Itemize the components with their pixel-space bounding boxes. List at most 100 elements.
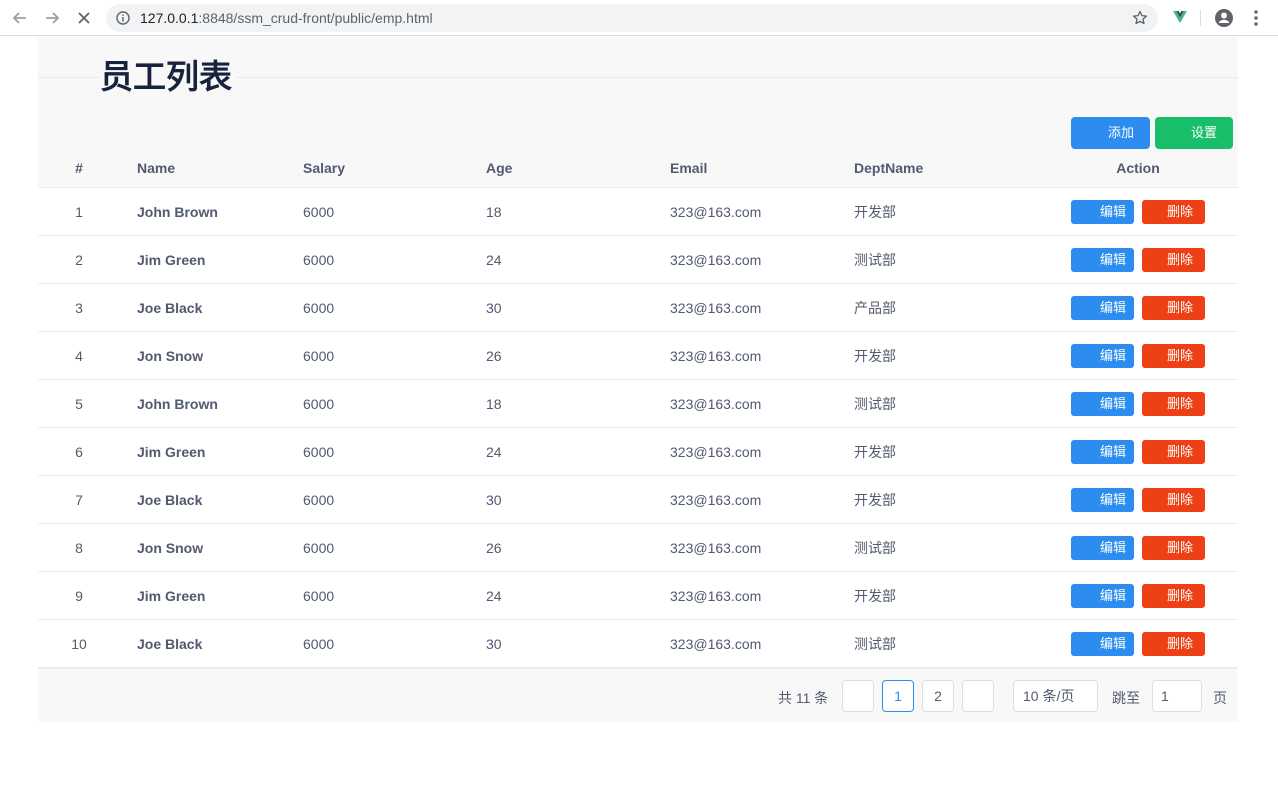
cell-name: Jon Snow <box>120 523 303 572</box>
page-title: 员工列表 <box>100 57 236 97</box>
table-row: 9 Jim Green 6000 24 323@163.com 开发部 编辑 删除 <box>38 571 1238 620</box>
cell-email: 323@163.com <box>670 475 854 524</box>
cell-name: Joe Black <box>120 475 303 524</box>
cell-name: Jim Green <box>120 427 303 476</box>
url-text: 127.0.0.1:8848/ssm_crud-front/public/emp… <box>140 10 433 26</box>
jump-page-input[interactable] <box>1152 680 1202 712</box>
cell-action: 编辑 删除 <box>1038 427 1238 476</box>
edit-button[interactable]: 编辑 <box>1071 535 1134 560</box>
cell-age: 30 <box>486 283 670 332</box>
pagination-bar: 共 11 条 1 2 10 条/页 跳至 页 <box>38 668 1238 722</box>
column-header-salary: Salary <box>303 149 486 188</box>
cell-index: 2 <box>38 235 120 284</box>
cell-index: 7 <box>38 475 120 524</box>
more-menu-icon[interactable] <box>1246 8 1266 28</box>
cell-age: 18 <box>486 187 670 236</box>
toolbar-divider <box>1200 10 1201 26</box>
table-row: 6 Jim Green 6000 24 323@163.com 开发部 编辑 删除 <box>38 427 1238 476</box>
profile-avatar-icon[interactable] <box>1214 8 1234 28</box>
table-row: 3 Joe Black 6000 30 323@163.com 产品部 编辑 删除 <box>38 283 1238 332</box>
cell-salary: 6000 <box>303 235 486 284</box>
next-page-button[interactable] <box>962 680 994 712</box>
cell-age: 30 <box>486 619 670 668</box>
cell-age: 24 <box>486 571 670 620</box>
cell-salary: 6000 <box>303 619 486 668</box>
edit-button[interactable]: 编辑 <box>1071 439 1134 464</box>
prev-page-button[interactable] <box>842 680 874 712</box>
delete-button[interactable]: 删除 <box>1142 343 1205 368</box>
delete-button[interactable]: 删除 <box>1142 247 1205 272</box>
cell-dept: 开发部 <box>854 475 1038 524</box>
cell-name: Jon Snow <box>120 331 303 380</box>
stop-loading-icon[interactable] <box>72 6 96 30</box>
cell-email: 323@163.com <box>670 187 854 236</box>
page-button-1[interactable]: 1 <box>882 680 914 712</box>
delete-button[interactable]: 删除 <box>1142 583 1205 608</box>
edit-button[interactable]: 编辑 <box>1071 631 1134 656</box>
forward-icon[interactable] <box>40 6 64 30</box>
edit-button[interactable]: 编辑 <box>1071 343 1134 368</box>
bookmark-star-icon[interactable] <box>1132 10 1148 26</box>
delete-button[interactable]: 删除 <box>1142 487 1205 512</box>
edit-button[interactable]: 编辑 <box>1071 247 1134 272</box>
delete-button[interactable]: 删除 <box>1142 295 1205 320</box>
cell-email: 323@163.com <box>670 619 854 668</box>
cell-name: Joe Black <box>120 619 303 668</box>
cell-index: 8 <box>38 523 120 572</box>
cell-dept: 测试部 <box>854 235 1038 284</box>
cell-salary: 6000 <box>303 571 486 620</box>
table-row: 8 Jon Snow 6000 26 323@163.com 测试部 编辑 删除 <box>38 523 1238 572</box>
cell-salary: 6000 <box>303 427 486 476</box>
column-header-deptname: DeptName <box>854 149 1038 188</box>
cell-dept: 测试部 <box>854 619 1038 668</box>
address-bar[interactable]: 127.0.0.1:8848/ssm_crud-front/public/emp… <box>106 4 1158 32</box>
delete-button[interactable]: 删除 <box>1142 631 1205 656</box>
cell-action: 编辑 删除 <box>1038 619 1238 668</box>
edit-button[interactable]: 编辑 <box>1071 391 1134 416</box>
page-size-select[interactable]: 10 条/页 <box>1013 680 1098 712</box>
settings-button[interactable]: 设置 <box>1155 117 1233 149</box>
add-button[interactable]: 添加 <box>1071 117 1150 149</box>
cell-age: 18 <box>486 379 670 428</box>
delete-button[interactable]: 删除 <box>1142 391 1205 416</box>
employee-page: 员工列表 添加 设置 # Name Salary Age Email DeptN… <box>38 37 1238 722</box>
cell-salary: 6000 <box>303 523 486 572</box>
cell-index: 3 <box>38 283 120 332</box>
cell-salary: 6000 <box>303 379 486 428</box>
cell-dept: 测试部 <box>854 379 1038 428</box>
cell-email: 323@163.com <box>670 379 854 428</box>
cell-age: 26 <box>486 523 670 572</box>
edit-button[interactable]: 编辑 <box>1071 487 1134 512</box>
table-header-row: # Name Salary Age Email DeptName Action <box>38 149 1238 188</box>
page-suffix-label: 页 <box>1213 690 1227 706</box>
info-icon[interactable] <box>116 11 130 25</box>
vue-extension-icon[interactable] <box>1172 9 1188 25</box>
cell-age: 24 <box>486 427 670 476</box>
cell-name: Jim Green <box>120 571 303 620</box>
cell-action: 编辑 删除 <box>1038 187 1238 236</box>
cell-email: 323@163.com <box>670 235 854 284</box>
url-path: :8848/ssm_crud-front/public/emp.html <box>198 10 433 26</box>
cell-index: 1 <box>38 187 120 236</box>
cell-email: 323@163.com <box>670 283 854 332</box>
back-icon[interactable] <box>8 6 32 30</box>
edit-button[interactable]: 编辑 <box>1071 295 1134 320</box>
delete-button[interactable]: 删除 <box>1142 199 1205 224</box>
cell-email: 323@163.com <box>670 427 854 476</box>
cell-action: 编辑 删除 <box>1038 283 1238 332</box>
page-button-2[interactable]: 2 <box>922 680 954 712</box>
cell-name: John Brown <box>120 379 303 428</box>
delete-button[interactable]: 删除 <box>1142 439 1205 464</box>
delete-button[interactable]: 删除 <box>1142 535 1205 560</box>
column-header-email: Email <box>670 149 854 188</box>
cell-index: 4 <box>38 331 120 380</box>
cell-email: 323@163.com <box>670 571 854 620</box>
table-row: 5 John Brown 6000 18 323@163.com 测试部 编辑 删除 <box>38 379 1238 428</box>
table-row: 1 John Brown 6000 18 323@163.com 开发部 编辑 删除 <box>38 187 1238 236</box>
cell-action: 编辑 删除 <box>1038 235 1238 284</box>
cell-salary: 6000 <box>303 283 486 332</box>
edit-button[interactable]: 编辑 <box>1071 583 1134 608</box>
edit-button[interactable]: 编辑 <box>1071 199 1134 224</box>
cell-name: Joe Black <box>120 283 303 332</box>
cell-name: John Brown <box>120 187 303 236</box>
